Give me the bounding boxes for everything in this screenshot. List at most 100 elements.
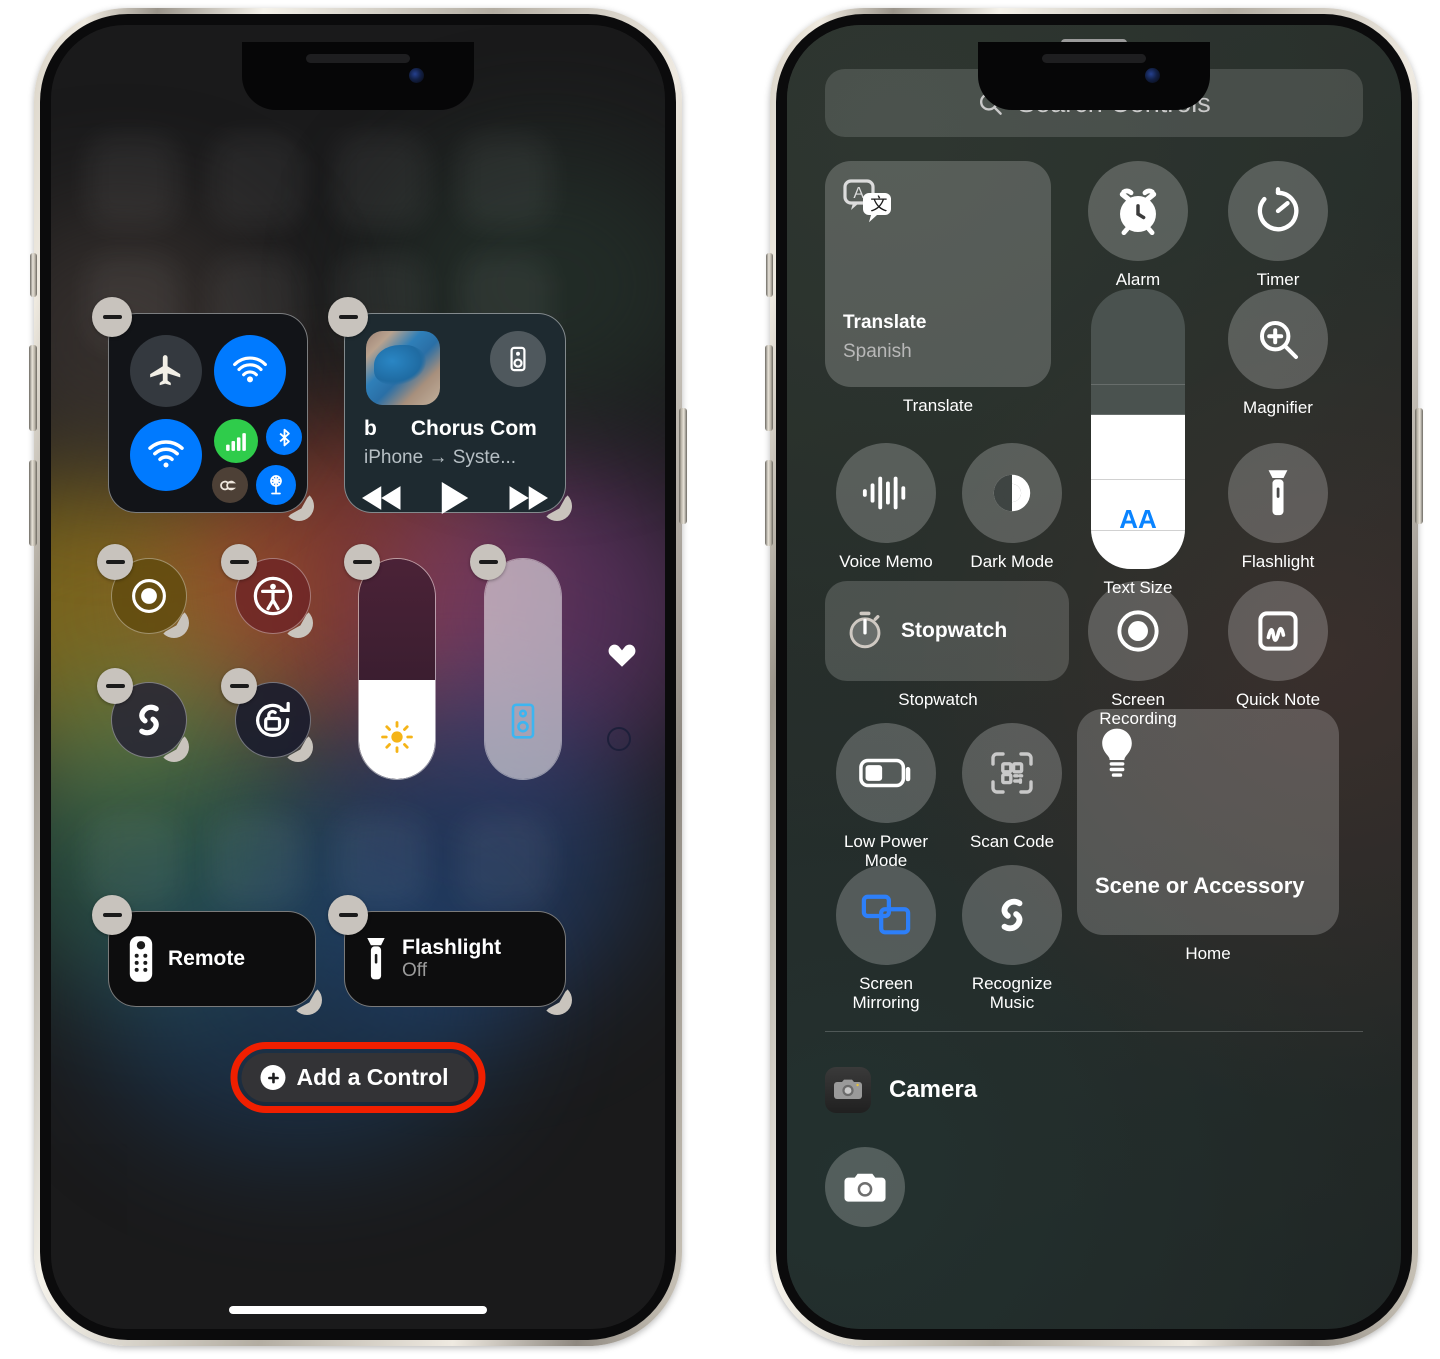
gallery-caption-recognize-music: Recognize Music — [971, 974, 1053, 1013]
gallery-item-stopwatch[interactable]: Stopwatch Stopwatch — [825, 581, 1069, 709]
gallery-caption-voice-memo: Voice Memo — [839, 552, 933, 571]
wifi-icon[interactable] — [130, 419, 202, 491]
control-remote[interactable]: Remote — [92, 895, 316, 1007]
resize-handle[interactable] — [286, 977, 330, 1021]
text-size-slider[interactable]: AA — [1091, 289, 1185, 569]
volume-up-button[interactable] — [765, 345, 773, 431]
qr-scan-icon[interactable] — [962, 723, 1062, 823]
volume-up-button[interactable] — [29, 345, 37, 431]
resize-handle[interactable] — [283, 730, 321, 768]
add-a-control-button[interactable]: Add a Control — [230, 1042, 486, 1113]
gallery-caption-flashlight: Flashlight — [1241, 552, 1315, 571]
volume-slider-bg — [484, 558, 562, 780]
gallery-caption-home: Home — [1185, 944, 1231, 963]
mute-switch[interactable] — [30, 253, 37, 297]
gallery-item-screen-mirroring[interactable]: Screen Mirroring — [825, 865, 947, 1012]
screen-mirroring-icon[interactable] — [836, 865, 936, 965]
alarm-clock-icon[interactable] — [1088, 161, 1188, 261]
gallery-item-voice-memo[interactable]: Voice Memo — [825, 443, 947, 571]
battery-icon[interactable] — [836, 723, 936, 823]
control-screen-recording[interactable] — [97, 544, 187, 634]
connectivity-module[interactable] — [92, 297, 308, 513]
control-center-edit: b Chorus Com iPhone → Syste... Remote Fl… — [51, 25, 665, 1329]
remove-control-button[interactable] — [221, 668, 257, 704]
scene-or-accessory-title: Scene or Accessory — [1095, 872, 1305, 898]
gallery-item-recognize-music[interactable]: Recognize Music — [951, 865, 1073, 1012]
resize-handle[interactable] — [283, 606, 321, 644]
volume-slider[interactable] — [470, 544, 562, 780]
now-playing-module[interactable]: b Chorus Com iPhone → Syste... — [328, 297, 566, 515]
gallery-item-alarm[interactable]: Alarm — [1077, 161, 1199, 289]
remove-volume-button[interactable] — [470, 544, 506, 580]
power-button[interactable] — [679, 408, 687, 524]
app-row-camera[interactable]: Camera — [825, 1067, 1363, 1113]
volume-down-button[interactable] — [765, 460, 773, 546]
gallery-item-screen-recording[interactable]: Screen Recording — [1077, 581, 1199, 728]
resize-handle[interactable] — [278, 483, 322, 527]
stopwatch-tile[interactable]: Stopwatch — [825, 581, 1069, 681]
svg-text:文: 文 — [870, 195, 887, 215]
gallery-item-low-power-mode[interactable]: Low Power Mode — [825, 723, 947, 870]
airdrop-icon[interactable] — [214, 335, 286, 407]
remove-control-button[interactable] — [92, 895, 132, 935]
control-recognize-music[interactable] — [97, 668, 187, 758]
translate-tile[interactable]: A 文 Translate Spanish — [825, 161, 1051, 387]
cellular-data-icon[interactable] — [214, 419, 258, 463]
add-a-control-wrapper: Add a Control — [230, 1042, 486, 1113]
airplane-mode-icon[interactable] — [130, 335, 202, 407]
shazam-icon[interactable] — [962, 865, 1062, 965]
brightness-slider[interactable] — [344, 544, 436, 780]
screen-record-icon[interactable] — [1088, 581, 1188, 681]
control-rotation-lock[interactable] — [221, 668, 311, 758]
aa-icon: AA — [1091, 504, 1185, 535]
gallery-item-scene-or-accessory[interactable]: Scene or Accessory Home — [1077, 709, 1339, 963]
timer-icon[interactable] — [1228, 161, 1328, 261]
remove-control-button[interactable] — [328, 895, 368, 935]
left-phone: b Chorus Com iPhone → Syste... Remote Fl… — [29, 8, 687, 1346]
resize-handle[interactable] — [536, 977, 580, 1021]
volume-down-button[interactable] — [29, 460, 37, 546]
remove-now-playing-button[interactable] — [328, 297, 368, 337]
resize-handle[interactable] — [159, 730, 197, 768]
controls-gallery-sheet: Search Controls A 文 — [787, 25, 1401, 1329]
now-playing-title: b Chorus Com — [364, 417, 566, 441]
power-button[interactable] — [1415, 408, 1423, 524]
gallery-item-text-size[interactable]: AA Text Size — [1077, 289, 1199, 597]
gallery-item-flashlight[interactable]: Flashlight — [1217, 443, 1339, 571]
remove-control-button[interactable] — [97, 544, 133, 580]
rewind-button[interactable] — [361, 483, 404, 513]
gallery-item-dark-mode[interactable]: Dark Mode — [951, 443, 1073, 571]
vpn-icon[interactable] — [212, 467, 248, 503]
play-button[interactable] — [439, 481, 471, 515]
waveform-icon[interactable] — [836, 443, 936, 543]
bluetooth-icon[interactable] — [266, 419, 302, 455]
magnifier-icon[interactable] — [1228, 289, 1328, 389]
circle-outline-icon — [607, 727, 631, 751]
translate-tile-title: Translate — [843, 312, 927, 334]
mute-switch[interactable] — [766, 253, 773, 297]
gallery-item-magnifier[interactable]: Magnifier — [1217, 289, 1339, 417]
remove-control-button[interactable] — [221, 544, 257, 580]
resize-handle[interactable] — [159, 606, 197, 644]
control-flashlight[interactable]: Flashlight Off — [328, 895, 566, 1007]
remove-control-button[interactable] — [97, 668, 133, 704]
remove-brightness-button[interactable] — [344, 544, 380, 580]
remove-connectivity-button[interactable] — [92, 297, 132, 337]
resize-handle[interactable] — [536, 483, 580, 527]
airplay-speaker-button[interactable] — [490, 331, 546, 387]
stopwatch-tile-title: Stopwatch — [901, 619, 1008, 642]
gallery-item-timer[interactable]: Timer — [1217, 161, 1339, 289]
control-accessibility[interactable] — [221, 544, 311, 634]
gallery-item-translate[interactable]: A 文 Translate Spanish Translate — [825, 161, 1051, 415]
scene-or-accessory-tile[interactable]: Scene or Accessory — [1077, 709, 1339, 935]
translate-tile-subtitle: Spanish — [843, 341, 912, 362]
quick-note-icon[interactable] — [1228, 581, 1328, 681]
remote-label: Remote — [168, 946, 246, 970]
home-indicator[interactable] — [229, 1306, 487, 1314]
gallery-item-scan-code[interactable]: Scan Code — [951, 723, 1073, 851]
camera-control-icon[interactable] — [825, 1147, 905, 1227]
gallery-item-quick-note[interactable]: Quick Note — [1217, 581, 1339, 709]
flashlight-icon[interactable] — [1228, 443, 1328, 543]
dark-mode-icon[interactable] — [962, 443, 1062, 543]
speaker-icon — [508, 702, 538, 740]
